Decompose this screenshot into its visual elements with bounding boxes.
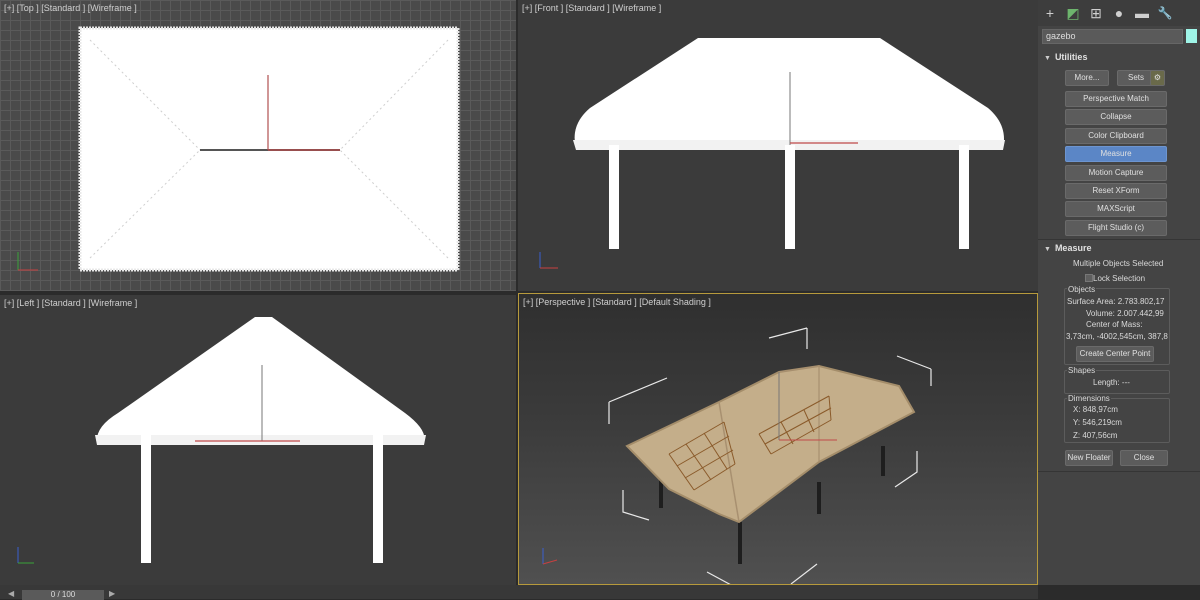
dimension-x-value: X: 848,97cm xyxy=(1073,405,1118,414)
measure-rollout-header[interactable]: ▼ Measure xyxy=(1040,241,1196,255)
modify-icon[interactable]: ◩ xyxy=(1064,4,1082,22)
close-button[interactable]: Close xyxy=(1120,450,1168,466)
collapse-arrow-icon: ▼ xyxy=(1044,55,1051,62)
next-frame-icon[interactable]: ▶ xyxy=(109,589,115,598)
front-view-canvas xyxy=(539,38,1005,269)
length-value: Length: --- xyxy=(1093,378,1130,387)
dimensions-group-label: Dimensions xyxy=(1067,394,1111,403)
maxscript-button[interactable]: MAXScript xyxy=(1065,201,1167,217)
post xyxy=(959,145,969,249)
more-button[interactable]: More... xyxy=(1065,70,1109,86)
viewport-front-label[interactable]: [+] [Front ] [Standard ] [Wireframe ] xyxy=(522,3,661,13)
utilities-icon[interactable]: 🔧 xyxy=(1156,4,1174,22)
divider xyxy=(1038,239,1200,240)
display-icon[interactable]: ▬ xyxy=(1133,4,1151,22)
viewport-top-label[interactable]: [+] [Top ] [Standard ] [Wireframe ] xyxy=(4,3,137,13)
lock-selection-checkbox[interactable] xyxy=(1085,274,1093,282)
viewport-perspective[interactable]: [+] [Perspective ] [Standard ] [Default … xyxy=(518,293,1038,585)
object-name-field[interactable]: gazebo xyxy=(1042,29,1183,44)
command-panel-tabs: + ◩ ⊞ ● ▬ 🔧 xyxy=(1038,0,1200,26)
volume-value: Volume: 2.007.442,99 xyxy=(1086,309,1164,318)
object-color-swatch[interactable] xyxy=(1186,29,1197,43)
dimension-z-value: Z: 407,56cm xyxy=(1073,431,1118,440)
selection-status: Multiple Objects Selected xyxy=(1073,259,1164,268)
dimension-y-value: Y: 546,219cm xyxy=(1073,418,1122,427)
measure-title: Measure xyxy=(1054,243,1092,253)
create-icon[interactable]: + xyxy=(1041,4,1059,22)
viewport-perspective-label[interactable]: [+] [Perspective ] [Standard ] [Default … xyxy=(523,297,711,307)
motion-capture-button[interactable]: Motion Capture xyxy=(1065,165,1167,181)
center-of-mass-value: 3,73cm, -4002,545cm, 387,8 xyxy=(1066,332,1168,341)
time-bar xyxy=(0,585,1038,599)
center-of-mass-label: Center of Mass: xyxy=(1086,320,1143,329)
post xyxy=(785,145,795,249)
create-center-point-button[interactable]: Create Center Point xyxy=(1076,346,1154,362)
top-view-canvas xyxy=(17,26,460,272)
color-clipboard-button[interactable]: Color Clipboard xyxy=(1065,128,1167,144)
roof-left xyxy=(96,317,425,443)
motion-icon[interactable]: ● xyxy=(1110,4,1128,22)
command-panel: + ◩ ⊞ ● ▬ 🔧 gazebo ▼ Utilities More... Se… xyxy=(1038,0,1200,585)
flight-studio-button[interactable]: Flight Studio (c) xyxy=(1065,220,1167,236)
utilities-rollout-header[interactable]: ▼ Utilities xyxy=(1040,50,1196,64)
post xyxy=(373,435,383,563)
perspective-view-canvas xyxy=(542,327,932,584)
viewport-front[interactable]: [+] [Front ] [Standard ] [Wireframe ] xyxy=(518,0,1038,291)
perspective-match-button[interactable]: Perspective Match xyxy=(1065,91,1167,107)
reset-xform-button[interactable]: Reset XForm xyxy=(1065,183,1167,199)
collapse-arrow-icon: ▼ xyxy=(1044,246,1051,253)
collapse-button[interactable]: Collapse xyxy=(1065,109,1167,125)
new-floater-button[interactable]: New Floater xyxy=(1065,450,1113,466)
divider xyxy=(1038,471,1200,472)
roof-front xyxy=(574,38,1004,148)
viewport-left-label[interactable]: [+] [Left ] [Standard ] [Wireframe ] xyxy=(4,298,137,308)
objects-group-label: Objects xyxy=(1067,285,1097,294)
lock-selection-label: Lock Selection xyxy=(1093,274,1146,283)
shapes-group-label: Shapes xyxy=(1067,366,1097,375)
utilities-title: Utilities xyxy=(1054,52,1088,62)
viewport-left[interactable]: [+] [Left ] [Standard ] [Wireframe ] xyxy=(0,295,516,585)
previous-frame-icon[interactable]: ◀ xyxy=(8,589,14,598)
viewport-top[interactable]: [+] [Top ] [Standard ] [Wireframe ] xyxy=(0,0,516,291)
gazebo-roof xyxy=(625,364,916,524)
surface-area-value: Surface Area: 2.783.802,17 xyxy=(1067,297,1165,306)
left-view-canvas xyxy=(17,317,426,564)
hierarchy-icon[interactable]: ⊞ xyxy=(1087,4,1105,22)
post xyxy=(141,435,151,563)
measure-button[interactable]: Measure xyxy=(1065,146,1167,162)
post xyxy=(609,145,619,249)
configure-sets-icon[interactable]: ⚙ xyxy=(1150,70,1165,86)
